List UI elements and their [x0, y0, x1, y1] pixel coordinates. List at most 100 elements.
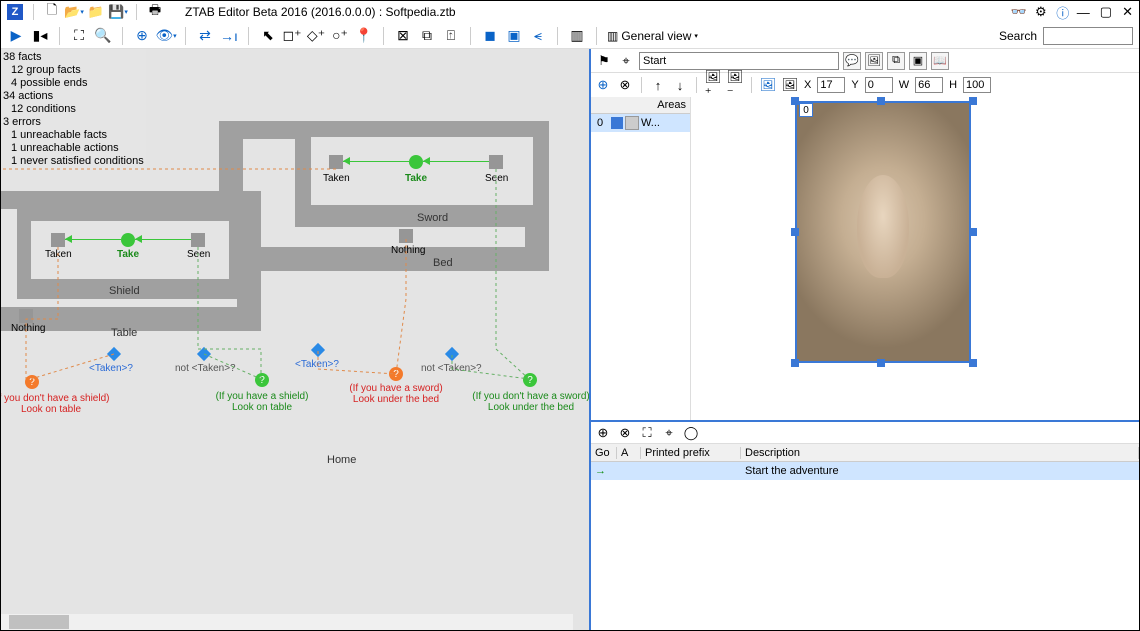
- diagram-canvas[interactable]: 38 facts 12 group facts 4 possible ends …: [1, 49, 591, 630]
- step-back-icon[interactable]: ▮◂: [31, 27, 49, 45]
- target-add-icon[interactable]: ⊕: [133, 27, 151, 45]
- x-input[interactable]: [817, 77, 845, 93]
- table-header: Go A Printed prefix Description: [591, 444, 1139, 462]
- col-go[interactable]: Go: [591, 447, 617, 459]
- remove-icon[interactable]: ⊗: [617, 425, 633, 441]
- minimize-button[interactable]: —: [1077, 5, 1090, 20]
- play-icon[interactable]: ▶: [7, 27, 25, 45]
- columns-icon[interactable]: ▥: [568, 27, 586, 45]
- col-prefix[interactable]: Printed prefix: [641, 447, 741, 459]
- col-a[interactable]: A: [617, 447, 641, 459]
- add-icon[interactable]: ⊕: [595, 77, 611, 93]
- remove-icon[interactable]: ⊗: [617, 77, 633, 93]
- add-icon[interactable]: ⊕: [595, 425, 611, 441]
- cond-text: (If you have a shield) Look on table: [197, 391, 327, 413]
- print-icon[interactable]: 🖶: [147, 4, 163, 20]
- target-icon[interactable]: ⌖: [617, 52, 635, 70]
- question-node[interactable]: ?: [389, 367, 403, 381]
- cond-label: <Taken>?: [295, 359, 339, 370]
- tool-copy-icon[interactable]: ⧉: [418, 27, 436, 45]
- open-file-icon[interactable]: 📂▾: [66, 4, 82, 20]
- image-canvas[interactable]: 0: [691, 97, 1139, 420]
- img-plus-icon[interactable]: 🖼⁺: [705, 77, 721, 93]
- flag-icon[interactable]: ⚑: [595, 52, 613, 70]
- swap-icon[interactable]: ⇄: [196, 27, 214, 45]
- y-label: Y: [851, 79, 858, 91]
- img-minus-icon[interactable]: 🖼⁻: [727, 77, 743, 93]
- node-nothing-bed[interactable]: [399, 229, 413, 243]
- new-file-icon[interactable]: 🗋: [44, 4, 60, 20]
- next-icon[interactable]: →ı: [220, 27, 238, 45]
- target-icon[interactable]: ⌖: [661, 425, 677, 441]
- fit-screen-icon[interactable]: ⛶: [70, 27, 88, 45]
- w-input[interactable]: [915, 77, 943, 93]
- pin-icon[interactable]: 📍: [355, 27, 373, 45]
- settings-icon[interactable]: ⚙: [1033, 4, 1049, 20]
- question-node[interactable]: ?: [255, 373, 269, 387]
- window-controls: — ▢ ✕: [1077, 4, 1133, 20]
- portrait-image: [797, 103, 969, 361]
- node-take-shield[interactable]: [121, 233, 135, 247]
- diamond-node[interactable]: [311, 343, 325, 357]
- diamond-node[interactable]: [197, 347, 211, 361]
- image-frame[interactable]: [795, 101, 971, 363]
- y-input[interactable]: [865, 77, 893, 93]
- save-icon[interactable]: 💾▾: [110, 4, 126, 20]
- tool-x-icon[interactable]: ⊠: [394, 27, 412, 45]
- col-desc[interactable]: Description: [741, 447, 1139, 459]
- loop-icon[interactable]: ◯: [683, 425, 699, 441]
- fill-outline-icon[interactable]: ▣: [505, 27, 523, 45]
- actions-table: Go A Printed prefix Description → Start …: [591, 444, 1139, 630]
- main-toolbar: ▶ ▮◂ ⛶ 🔍 ⊕ 👁▾ ⇄ →ı ⬉ ◻⁺ ◇⁺ ○⁺ 📍 ⊠ ⧉ ⍐ ◼ …: [1, 23, 1139, 49]
- image-icon[interactable]: 🖼: [865, 52, 883, 70]
- share-icon[interactable]: ⪪: [529, 27, 547, 45]
- fit-icon[interactable]: ⛶: [639, 425, 655, 441]
- horizontal-scrollbar[interactable]: [1, 614, 573, 630]
- diamond-node[interactable]: [445, 347, 459, 361]
- node-seen-shield[interactable]: [191, 233, 205, 247]
- add-circle-icon[interactable]: ○⁺: [331, 27, 349, 45]
- separator: [136, 4, 137, 20]
- diamond-node[interactable]: [107, 347, 121, 361]
- img-icon[interactable]: 🖼: [760, 77, 776, 93]
- add-node-icon[interactable]: ◇⁺: [307, 27, 325, 45]
- up-arrow-icon[interactable]: ↑: [650, 77, 666, 93]
- down-arrow-icon[interactable]: ↓: [672, 77, 688, 93]
- zoom-icon[interactable]: 🔍: [94, 27, 112, 45]
- search-input[interactable]: [1043, 27, 1133, 45]
- view-dropdown[interactable]: ▥General view▾: [607, 29, 698, 43]
- node-take-sword[interactable]: [409, 155, 423, 169]
- right-body: Areas 0 W... 0: [591, 97, 1139, 420]
- start-input[interactable]: [639, 52, 839, 70]
- group-label-sword: Sword: [417, 212, 448, 224]
- node-seen-sword[interactable]: [489, 155, 503, 169]
- tool-box-up-icon[interactable]: ⍐: [442, 27, 460, 45]
- node-taken-sword[interactable]: [329, 155, 343, 169]
- stats-panel: 38 facts 12 group facts 4 possible ends …: [1, 49, 146, 170]
- chat-icon[interactable]: 💬: [843, 52, 861, 70]
- select-box-icon[interactable]: ◻⁺: [283, 27, 301, 45]
- book-icon[interactable]: 📖: [931, 52, 949, 70]
- eye-icon[interactable]: 👁▾: [157, 27, 175, 45]
- fill-solid-icon[interactable]: ◼: [481, 27, 499, 45]
- h-input[interactable]: [963, 77, 991, 93]
- question-node[interactable]: ?: [523, 373, 537, 387]
- cursor-icon[interactable]: ⬉: [259, 27, 277, 45]
- info-icon[interactable]: ⓘ: [1055, 4, 1071, 20]
- copy-icon[interactable]: ⧉: [887, 52, 905, 70]
- node-nothing-table[interactable]: [19, 309, 33, 323]
- mask-icon[interactable]: 👓: [1011, 4, 1027, 20]
- question-node[interactable]: ?: [25, 375, 39, 389]
- close-button[interactable]: ✕: [1122, 4, 1133, 20]
- folder-icon[interactable]: 📁: [88, 4, 104, 20]
- area-row[interactable]: 0 W...: [591, 114, 690, 132]
- img-sm-icon[interactable]: 🖼: [782, 77, 798, 93]
- node-taken-shield[interactable]: [51, 233, 65, 247]
- right-top-toolbar: ⚑ ⌖ 💬 🖼 ⧉ ▣ 📖: [591, 49, 1139, 73]
- stack-icon[interactable]: ▣: [909, 52, 927, 70]
- maximize-button[interactable]: ▢: [1100, 4, 1112, 20]
- group-label-bed: Bed: [433, 257, 453, 269]
- cond-text: (If you have a sword) Look under the bed: [331, 383, 461, 405]
- group-label-table: Table: [111, 327, 137, 339]
- table-row[interactable]: → Start the adventure: [591, 462, 1139, 480]
